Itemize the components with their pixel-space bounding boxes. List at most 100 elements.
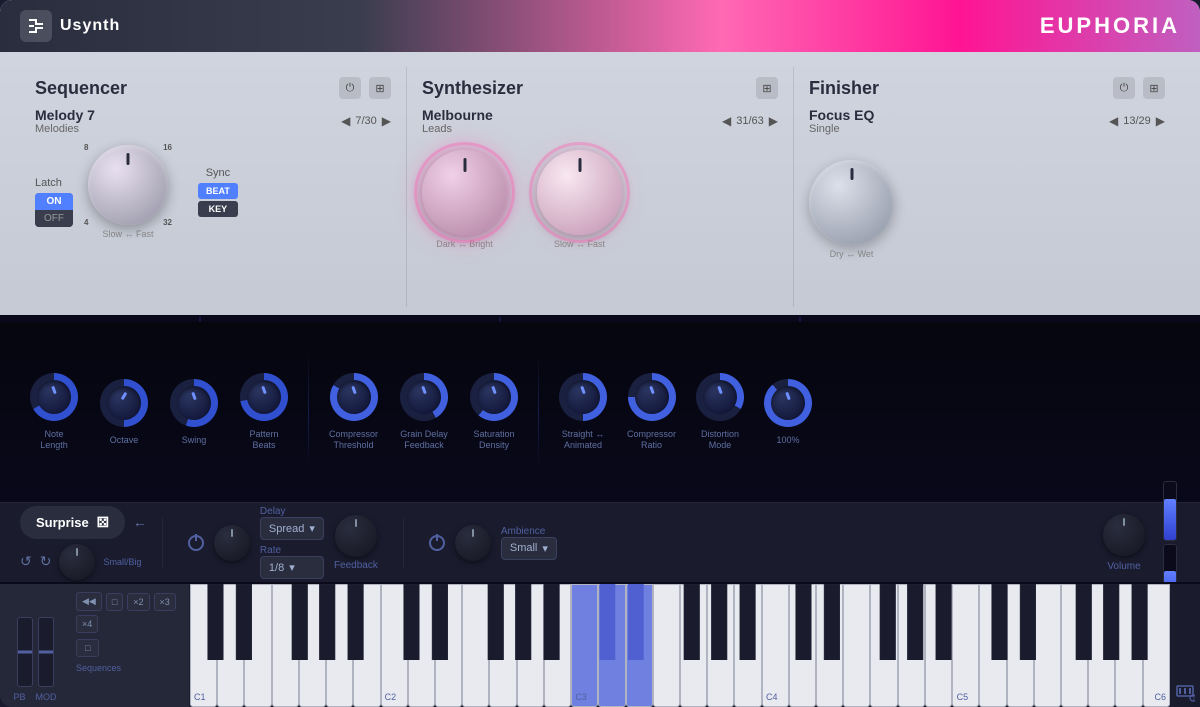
rate-dropdown[interactable]: 1/8 ▾	[260, 556, 324, 579]
finisher-grid-btn[interactable]: ⊞	[1143, 77, 1165, 99]
latch-toggle[interactable]: ON OFF	[35, 193, 73, 227]
key-g4[interactable]	[870, 584, 897, 707]
finisher-prev[interactable]: ◀	[1109, 114, 1118, 128]
volume-knob[interactable]	[764, 379, 812, 427]
grain-delay-ring	[400, 373, 448, 421]
delay-chevron: ▾	[309, 522, 315, 535]
key-e5[interactable]	[1007, 584, 1034, 707]
sequencer-prev[interactable]: ◀	[341, 114, 350, 128]
key-e4[interactable]	[816, 584, 843, 707]
key-d3[interactable]	[598, 584, 625, 707]
mod-slider[interactable]	[38, 617, 54, 687]
key-g3[interactable]	[680, 584, 707, 707]
finisher-knob-wrapper: Dry ↔ Wet	[809, 160, 894, 259]
seq-x4-btn[interactable]: ×4	[76, 615, 98, 633]
ambience-power-btn[interactable]	[429, 535, 445, 551]
key-d5[interactable]	[979, 584, 1006, 707]
ambience-knob[interactable]	[455, 525, 491, 561]
grain-delay-inner	[407, 380, 441, 414]
key-c3[interactable]	[571, 584, 598, 707]
key-d1[interactable]	[217, 584, 244, 707]
undo-icon[interactable]: ↺	[20, 553, 32, 570]
key-b1[interactable]	[353, 584, 380, 707]
key-c5[interactable]	[952, 584, 979, 707]
key-g1[interactable]	[299, 584, 326, 707]
finisher-power-btn[interactable]: ⏻	[1113, 77, 1135, 99]
compressor-threshold-knob[interactable]	[330, 373, 378, 421]
key-e2[interactable]	[435, 584, 462, 707]
key-a4[interactable]	[898, 584, 925, 707]
distortion-mode-knob[interactable]	[696, 373, 744, 421]
delay-power-btn[interactable]	[188, 535, 204, 551]
key-f3[interactable]	[653, 584, 680, 707]
key-c1[interactable]	[190, 584, 217, 707]
delay-knob[interactable]	[214, 525, 250, 561]
sequencer-next[interactable]: ▶	[382, 114, 391, 128]
key-c6[interactable]	[1143, 584, 1170, 707]
key-a5[interactable]	[1088, 584, 1115, 707]
synthesizer-title: Synthesizer	[422, 78, 523, 99]
keyboard-settings-icon[interactable]: ?	[1175, 682, 1195, 702]
arrow-left-icon[interactable]: ←	[133, 514, 147, 530]
surprise-button[interactable]: Surprise ⚄	[20, 506, 125, 539]
master-volume-knob[interactable]	[1103, 514, 1145, 556]
key-g5[interactable]	[1061, 584, 1088, 707]
key-b4[interactable]	[925, 584, 952, 707]
seq-rewind-btn[interactable]: ◀◀	[76, 592, 102, 611]
key-a3[interactable]	[707, 584, 734, 707]
finisher-next[interactable]: ▶	[1156, 114, 1165, 128]
seq-x2-btn[interactable]: ×2	[127, 593, 149, 611]
key-f1[interactable]	[272, 584, 299, 707]
key-b5[interactable]	[1115, 584, 1142, 707]
swing-knob[interactable]	[170, 379, 218, 427]
key-f2[interactable]	[462, 584, 489, 707]
key-d4[interactable]	[789, 584, 816, 707]
pattern-beats-knob[interactable]	[240, 373, 288, 421]
key-a2[interactable]	[517, 584, 544, 707]
octave-knob[interactable]	[100, 379, 148, 427]
saturation-density-knob[interactable]	[470, 373, 518, 421]
delay-dropdown[interactable]: Spread ▾	[260, 517, 324, 540]
synth-knob1[interactable]	[422, 150, 507, 235]
redo-icon[interactable]: ↻	[40, 553, 52, 570]
finisher-icons: ⏻ ⊞	[1113, 77, 1165, 99]
key-b2[interactable]	[544, 584, 571, 707]
grain-delay-knob[interactable]	[400, 373, 448, 421]
key-b3[interactable]	[734, 584, 761, 707]
key-g2[interactable]	[489, 584, 516, 707]
synthesizer-prev[interactable]: ◀	[722, 114, 731, 128]
saturation-density-group: SaturationDensity	[470, 373, 518, 451]
finisher-count: 13/29	[1123, 115, 1151, 127]
key-f4[interactable]	[843, 584, 870, 707]
seq-x3-btn[interactable]: ×3	[154, 593, 176, 611]
finisher-content: Dry ↔ Wet	[809, 160, 1165, 259]
synth-knob2[interactable]	[537, 150, 622, 235]
sequencer-main-knob[interactable]: 8 16 4 32	[88, 145, 168, 225]
key-a1[interactable]	[326, 584, 353, 707]
note-length-knob[interactable]	[30, 373, 78, 421]
seq-record-btn[interactable]: □	[76, 639, 99, 657]
latch-on[interactable]: ON	[35, 193, 73, 210]
compressor-ratio-inner	[635, 380, 669, 414]
seq-loop-btn[interactable]: □	[106, 593, 123, 611]
compressor-ratio-knob[interactable]	[628, 373, 676, 421]
straight-animated-knob[interactable]	[559, 373, 607, 421]
synthesizer-next[interactable]: ▶	[769, 114, 778, 128]
synthesizer-grid-btn[interactable]: ⊞	[756, 77, 778, 99]
key-c2[interactable]	[381, 584, 408, 707]
sync-beat-btn[interactable]: BEAT	[198, 183, 238, 199]
sequencer-grid-btn[interactable]: ⊞	[369, 77, 391, 99]
pb-slider[interactable]	[17, 617, 33, 687]
small-big-knob[interactable]	[59, 544, 95, 580]
key-c4[interactable]	[762, 584, 789, 707]
key-e1[interactable]	[244, 584, 271, 707]
sequencer-power-btn[interactable]: ⏻	[339, 77, 361, 99]
finisher-knob[interactable]	[809, 160, 894, 245]
key-f5[interactable]	[1034, 584, 1061, 707]
latch-off[interactable]: OFF	[35, 210, 73, 227]
key-d2[interactable]	[408, 584, 435, 707]
feedback-knob[interactable]	[335, 515, 377, 557]
sync-key-btn[interactable]: KEY	[198, 201, 238, 217]
key-e3[interactable]	[626, 584, 653, 707]
ambience-dropdown[interactable]: Small ▾	[501, 537, 557, 560]
